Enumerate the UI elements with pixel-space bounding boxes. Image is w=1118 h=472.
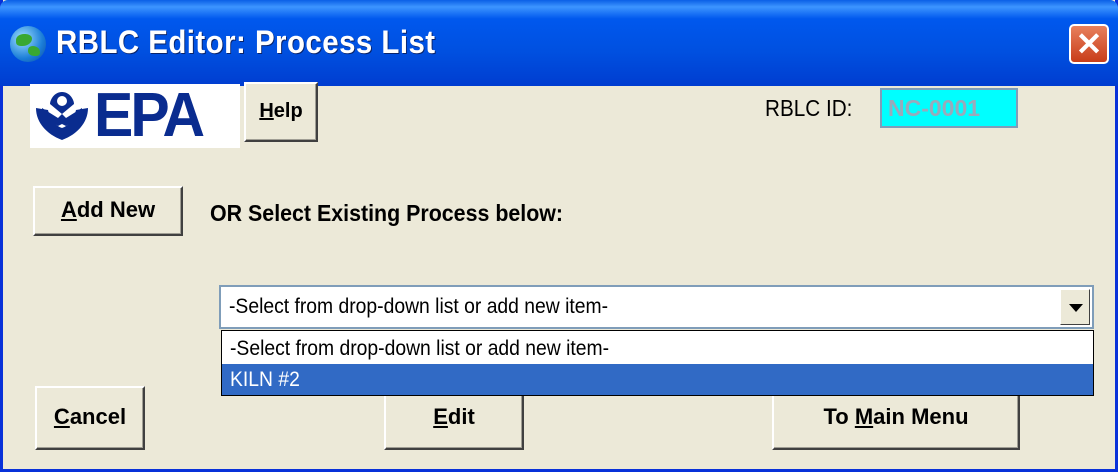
process-dropdown-list: -Select from drop-down list or add new i…	[221, 330, 1094, 396]
dropdown-option-highlighted[interactable]: KILN #2	[222, 364, 1093, 395]
main-menu-button-label: ain Menu	[873, 404, 969, 429]
chevron-down-icon[interactable]	[1060, 289, 1090, 325]
close-icon: ✕	[1075, 26, 1103, 62]
edit-button-label: dit	[447, 404, 475, 429]
main-menu-button-prefix: To	[823, 404, 855, 429]
title-bar[interactable]: RBLC Editor: Process List ✕	[0, 0, 1118, 86]
edit-button-accel: E	[433, 404, 448, 429]
dropdown-option[interactable]: -Select from drop-down list or add new i…	[222, 333, 1093, 364]
rblc-id-field: NC-0001	[880, 88, 1018, 128]
cancel-button-label: ancel	[69, 404, 127, 429]
select-process-prompt: OR Select Existing Process below:	[210, 200, 564, 226]
rblc-id-label: RBLC ID:	[765, 95, 853, 121]
dropdown-option-label: KILN #2	[230, 368, 300, 391]
help-button-label: elp	[273, 100, 303, 122]
process-list-window: RBLC Editor: Process List ✕ EPA Help RBL…	[0, 0, 1118, 472]
add-new-button-accel: A	[60, 197, 77, 222]
window-title: RBLC Editor: Process List	[56, 24, 436, 60]
help-button[interactable]: Help	[244, 82, 318, 142]
process-select-value: -Select from drop-down list or add new i…	[229, 295, 609, 318]
main-menu-button-accel: M	[854, 404, 874, 429]
epa-logo: EPA	[30, 84, 240, 148]
globe-icon	[10, 26, 46, 62]
close-button[interactable]: ✕	[1069, 24, 1109, 64]
add-new-button[interactable]: Add New	[33, 186, 183, 236]
cancel-button[interactable]: Cancel	[35, 386, 145, 450]
add-new-button-label: dd New	[76, 197, 156, 222]
epa-flower-icon	[36, 92, 88, 140]
process-select[interactable]: -Select from drop-down list or add new i…	[219, 285, 1094, 329]
help-button-accel: H	[259, 100, 274, 122]
cancel-button-accel: C	[53, 404, 70, 429]
epa-wordmark: EPA	[94, 81, 205, 150]
dropdown-option-label: -Select from drop-down list or add new i…	[230, 337, 610, 360]
